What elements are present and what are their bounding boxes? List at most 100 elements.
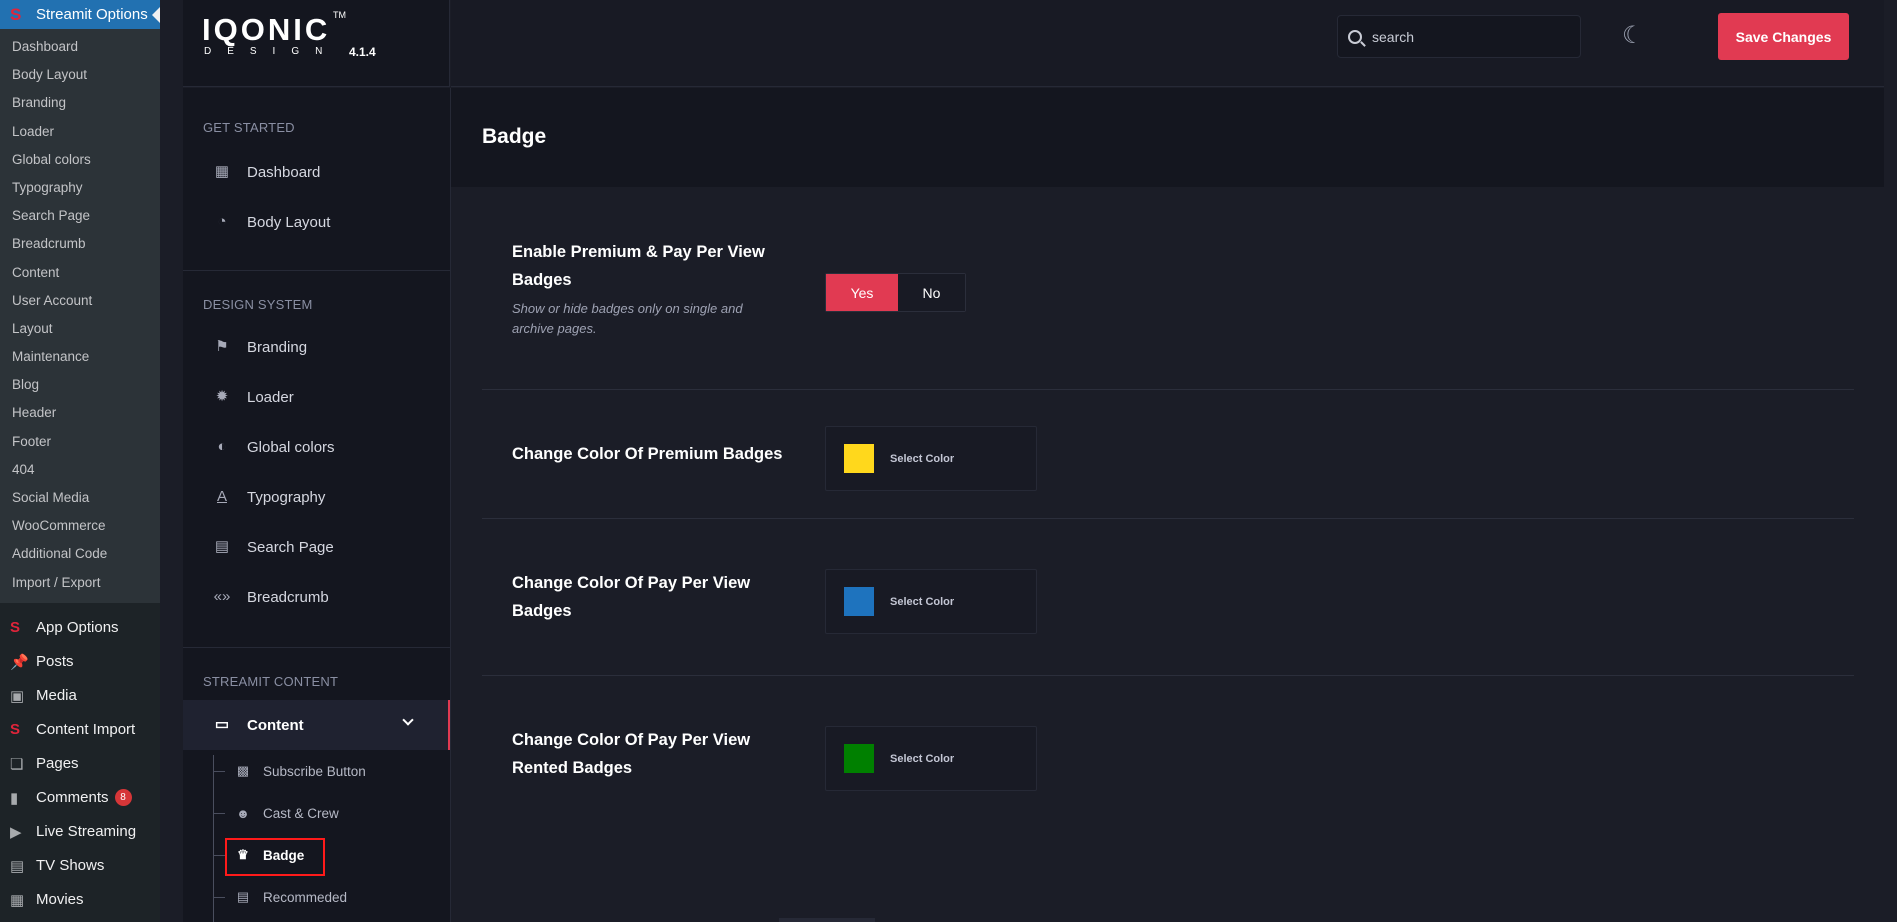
wp-submenu-item[interactable]: Breadcrumb [0, 230, 160, 258]
wp-menu-pages[interactable]: ❏ Pages [0, 747, 160, 781]
wp-submenu-item[interactable]: Loader [0, 118, 160, 146]
wp-menu-label: TV Shows [36, 857, 105, 875]
select-color-label: Select Color [890, 595, 955, 608]
wp-submenu-item[interactable]: Layout [0, 315, 160, 343]
droplet-icon: ◐ [217, 438, 227, 455]
loader-icon: ✹ [215, 388, 229, 405]
active-arrow-icon [152, 7, 160, 23]
wp-submenu-item[interactable]: Dashboard [0, 33, 160, 61]
wp-menu-streamit-options[interactable]: S Streamit Options [0, 0, 160, 29]
wp-menu-live-streaming[interactable]: ▶ Live Streaming [0, 815, 160, 849]
wp-menu-label: Comments [36, 789, 109, 807]
wp-submenu-item[interactable]: Maintenance [0, 343, 160, 371]
wp-menu-tv-shows[interactable]: ▤ TV Shows [0, 849, 160, 883]
wp-submenu-item[interactable]: Blog [0, 371, 160, 399]
wp-submenu-item[interactable]: Content [0, 259, 160, 287]
wp-submenu-item[interactable]: Footer [0, 428, 160, 456]
logo-subtitle: DESIGN [204, 46, 339, 57]
wp-menu-label: Live Streaming [36, 823, 137, 841]
tree-branch [213, 854, 225, 856]
nav-item-branding[interactable]: ⚑ Branding [183, 325, 450, 369]
nav-item-label: Loader [247, 388, 294, 406]
tv-icon: ▤ [10, 857, 25, 875]
setting-description: Show or hide badges only on single and a… [512, 301, 743, 336]
nav-item-breadcrumb[interactable]: «» Breadcrumb [183, 575, 450, 619]
wp-submenu-item[interactable]: Typography [0, 174, 160, 202]
wp-menu-app-options[interactable]: S App Options [0, 611, 160, 645]
wp-menu-label: App Options [36, 619, 119, 637]
setting-row-ppv-color: Change Color Of Pay Per View Badges Sele… [482, 519, 1854, 676]
streamit-s-icon: S [10, 4, 22, 24]
wp-submenu-item[interactable]: Branding [0, 89, 160, 117]
subnav-item-cast-crew[interactable]: ☻ Cast & Crew [213, 796, 339, 830]
wp-submenu-item[interactable]: Header [0, 399, 160, 427]
nav-item-content[interactable]: ▭ Content [183, 700, 450, 750]
comment-icon: ▮ [10, 789, 19, 807]
color-swatch [844, 444, 874, 473]
setting-label: Enable Premium & Pay Per View Badges [512, 243, 765, 289]
wp-submenu-item[interactable]: 404 [0, 456, 160, 484]
nav-item-global-colors[interactable]: ◐ Global colors [183, 425, 450, 469]
setting-label: Change Color Of Pay Per View Rented Badg… [512, 731, 751, 777]
select-color-label: Select Color [890, 752, 955, 765]
nav-item-search-page[interactable]: ▤ Search Page [183, 525, 450, 569]
wp-menu-media[interactable]: ▣ Media [0, 679, 160, 713]
settings-card: Enable Premium & Pay Per View Badges Sho… [482, 188, 1854, 833]
save-changes-button[interactable]: Save Changes [1718, 13, 1849, 60]
color-picker[interactable]: Select Color [825, 569, 1037, 634]
search-input[interactable] [1372, 28, 1562, 45]
window-icon: ▭ [214, 716, 230, 733]
subnav-item-subscribe-button[interactable]: ▩ Subscribe Button [213, 754, 366, 788]
nav-item-label: Content [247, 716, 304, 734]
wp-submenu-item[interactable]: Search Page [0, 202, 160, 230]
wp-menu-posts[interactable]: 📌 Posts [0, 645, 160, 679]
section-title-get-started: GET STARTED [203, 120, 295, 135]
wp-submenu-item[interactable]: Import / Export [0, 569, 160, 597]
nav-item-label: Dashboard [247, 163, 321, 181]
search-icon [1348, 29, 1362, 44]
wp-submenu-item[interactable]: Body Layout [0, 61, 160, 89]
yes-no-toggle[interactable]: Yes No [825, 273, 966, 312]
wp-admin-menu: S Streamit Options Dashboard Body Layout… [0, 0, 160, 922]
wp-menu-label: Movies [36, 891, 84, 909]
setting-label: Change Color Of Pay Per View Badges [512, 574, 751, 620]
wp-submenu-item[interactable]: Additional Code [0, 540, 160, 568]
wp-menu-comments[interactable]: ▮ Comments 8 [0, 781, 160, 815]
nav-item-loader[interactable]: ✹ Loader [183, 375, 450, 419]
wp-menu-movies[interactable]: ▦ Movies [0, 883, 160, 917]
page-title: Badge [482, 125, 547, 148]
tree-branch [213, 812, 225, 814]
wp-menu-content-import[interactable]: S Content Import [0, 713, 160, 747]
media-icon: ▣ [10, 687, 25, 705]
section-divider [183, 270, 450, 271]
wp-submenu-item[interactable]: WooCommerce [0, 512, 160, 540]
wp-menu-label: Streamit Options [36, 6, 148, 23]
tree-branch [213, 770, 225, 772]
search-box[interactable] [1337, 15, 1581, 58]
color-picker[interactable]: Select Color [825, 426, 1037, 491]
nav-item-body-layout[interactable]: ◔ Body Layout [183, 200, 450, 244]
wp-submenu: Dashboard Body Layout Branding Loader Gl… [0, 29, 160, 603]
logo-wordmark: IQONIC [202, 12, 331, 47]
subnav-item-label: Subscribe Button [263, 763, 366, 779]
comment-count-badge: 8 [114, 789, 132, 807]
wp-submenu-item[interactable]: User Account [0, 287, 160, 315]
toggle-no-option[interactable]: No [898, 274, 965, 311]
subnav-item-recommeded[interactable]: ▤ Recommeded [213, 880, 347, 914]
dark-mode-moon-icon[interactable]: ☾ [1622, 23, 1648, 49]
nav-item-typography[interactable]: A Typography [183, 475, 450, 519]
subnav-item-label: Recommeded [263, 889, 348, 905]
options-topbar: ☾ Save Changes [451, 0, 1884, 87]
scroll-indicator [779, 918, 875, 922]
wp-submenu-item[interactable]: Social Media [0, 484, 160, 512]
toggle-yes-option[interactable]: Yes [826, 274, 898, 311]
section-title-streamit-content: STREAMIT CONTENT [203, 674, 339, 689]
wp-menu-label: Content Import [36, 721, 136, 739]
nav-item-label: Typography [247, 488, 326, 506]
content-header [451, 88, 1884, 187]
color-swatch [844, 587, 874, 616]
wp-submenu-item[interactable]: Global colors [0, 146, 160, 174]
color-picker[interactable]: Select Color [825, 726, 1037, 791]
nav-item-label: Breadcrumb [247, 588, 329, 606]
nav-item-dashboard[interactable]: ▦ Dashboard [183, 150, 450, 194]
